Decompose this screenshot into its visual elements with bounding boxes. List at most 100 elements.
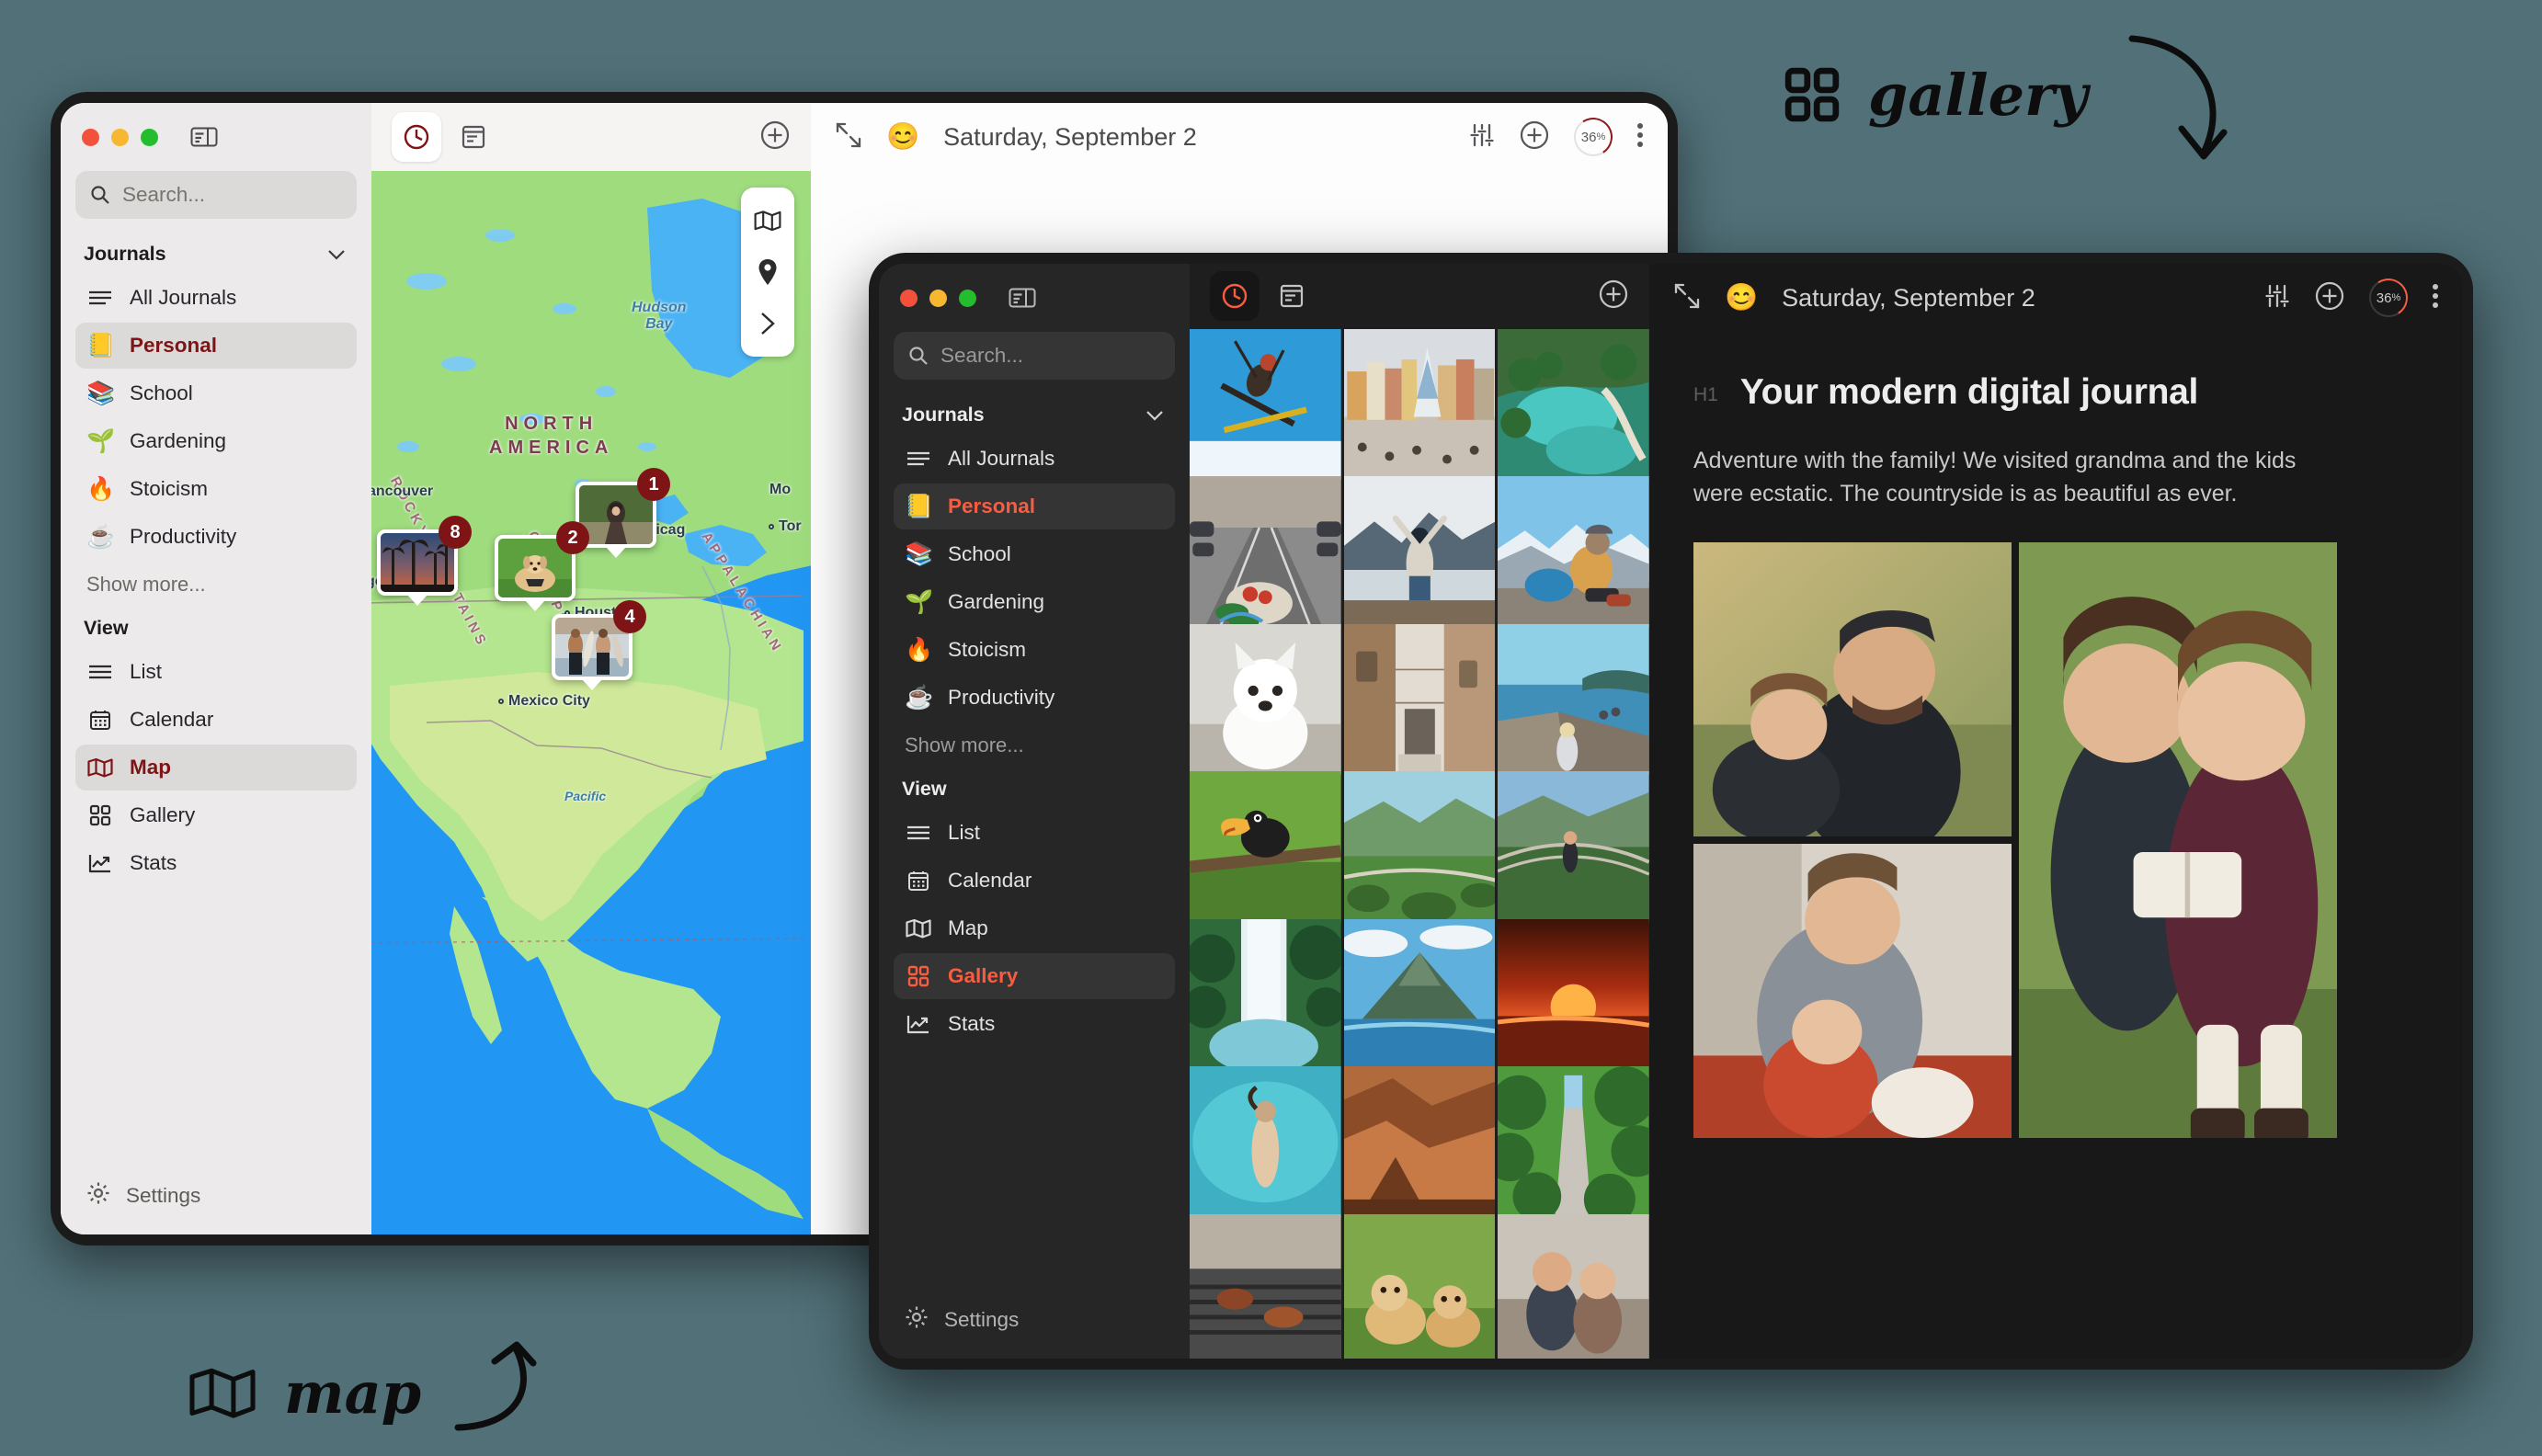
add-entry-button[interactable] xyxy=(759,119,791,155)
mood-emoji-icon[interactable]: 😊 xyxy=(886,121,919,153)
add-entry-button[interactable] xyxy=(2314,280,2345,316)
show-more-journals[interactable]: Show more... xyxy=(894,722,1175,768)
journals-section-header[interactable]: Journals xyxy=(75,233,357,275)
tab-timeline[interactable] xyxy=(392,112,441,162)
gallery-tile[interactable] xyxy=(1190,623,1341,776)
sidebar-item-all-journals[interactable]: All Journals xyxy=(894,436,1175,482)
progress-ring[interactable]: 36% xyxy=(1574,118,1613,156)
gallery-tile[interactable] xyxy=(1498,1213,1649,1359)
sidebar-item-personal[interactable]: 📒 Personal xyxy=(75,323,357,369)
maximize-button[interactable] xyxy=(959,289,976,307)
gallery-tile[interactable] xyxy=(1190,476,1341,628)
sidebar-item-calendar[interactable]: Calendar xyxy=(75,697,357,743)
show-more-journals[interactable]: Show more... xyxy=(75,562,357,608)
gallery-tile[interactable] xyxy=(1343,771,1496,923)
chevron-down-icon[interactable] xyxy=(327,249,346,260)
progress-ring[interactable]: 36% xyxy=(2369,279,2408,317)
expand-arrows-icon[interactable] xyxy=(835,121,862,154)
sidebar-toggle-icon[interactable] xyxy=(1009,287,1036,309)
window-dark[interactable]: Search... Journals All Journals 📒 Person… xyxy=(879,264,2463,1359)
gallery-tile[interactable] xyxy=(1343,623,1496,776)
entry-body[interactable]: H1 Your modern digital journal Adventure… xyxy=(1649,332,2463,1138)
sidebar-item-stats[interactable]: Stats xyxy=(75,840,357,886)
sidebar-item-school[interactable]: 📚 School xyxy=(75,370,357,416)
add-entry-button[interactable] xyxy=(1519,119,1550,155)
chevron-down-icon[interactable] xyxy=(1146,410,1164,421)
sidebar-item-list[interactable]: List xyxy=(894,810,1175,856)
gallery-tile[interactable] xyxy=(1190,1213,1341,1359)
gallery-tile[interactable] xyxy=(1343,328,1496,481)
gallery-tile[interactable] xyxy=(1498,1066,1649,1218)
gallery-tile[interactable] xyxy=(1498,623,1649,776)
entry-photo[interactable] xyxy=(1693,541,2012,836)
sidebar-item-calendar[interactable]: Calendar xyxy=(894,858,1175,904)
editor-panel-dark[interactable]: 😊 Saturday, September 2 36% H1 Your mode… xyxy=(1649,264,2463,1359)
add-entry-button[interactable] xyxy=(1598,279,1629,314)
sidebar-item-school[interactable]: 📚 School xyxy=(894,531,1175,577)
map-panel[interactable]: Hudson Bay NORTH AMERICA ROCKY MOUNTAINS G… xyxy=(371,103,811,1234)
entry-photo[interactable] xyxy=(2019,541,2337,1138)
sidebar-item-settings[interactable]: Settings xyxy=(894,1296,1175,1344)
sidebar-item-map[interactable]: Map xyxy=(894,905,1175,951)
entry-paragraph[interactable]: Adventure with the family! We visited gr… xyxy=(1693,444,2337,511)
maximize-button[interactable] xyxy=(141,128,158,146)
map-controls[interactable] xyxy=(741,188,794,357)
sidebar-item-gallery[interactable]: Gallery xyxy=(75,792,357,838)
gallery-tile[interactable] xyxy=(1190,328,1341,481)
close-button[interactable] xyxy=(900,289,918,307)
minimize-button[interactable] xyxy=(111,128,129,146)
gallery-tile[interactable] xyxy=(1190,771,1341,923)
sidebar-item-gallery[interactable]: Gallery xyxy=(894,953,1175,999)
gallery-tile[interactable] xyxy=(1190,1066,1341,1218)
sidebar-item-stoicism[interactable]: 🔥 Stoicism xyxy=(75,466,357,512)
sidebar-item-gardening[interactable]: 🌱 Gardening xyxy=(75,418,357,464)
map-style-button[interactable] xyxy=(741,195,794,246)
map-pin[interactable]: 2 xyxy=(495,521,589,601)
sidebar-item-settings[interactable]: Settings xyxy=(75,1172,357,1220)
gallery-tile[interactable] xyxy=(1343,476,1496,628)
gallery-tile[interactable] xyxy=(1498,918,1649,1071)
close-button[interactable] xyxy=(82,128,99,146)
minimize-button[interactable] xyxy=(929,289,947,307)
search-input[interactable]: Search... xyxy=(894,332,1175,380)
gallery-tile[interactable] xyxy=(1343,1213,1496,1359)
sidebar-dark[interactable]: Search... Journals All Journals 📒 Person… xyxy=(879,264,1190,1359)
tab-entries[interactable] xyxy=(449,112,498,162)
tab-timeline[interactable] xyxy=(1210,271,1260,322)
sidebar-item-personal[interactable]: 📒 Personal xyxy=(894,483,1175,529)
sidebar-light[interactable]: Search... Journals All Journals 📒 Person… xyxy=(61,103,371,1234)
gallery-panel[interactable] xyxy=(1190,264,1649,1359)
sidebar-item-gardening[interactable]: 🌱 Gardening xyxy=(894,579,1175,625)
more-vertical-icon[interactable] xyxy=(2432,282,2439,314)
expand-arrows-icon[interactable] xyxy=(1673,282,1701,314)
map-pin[interactable]: 8 xyxy=(377,516,472,596)
entry-heading[interactable]: Your modern digital journal xyxy=(1740,372,2199,413)
search-input[interactable]: Search... xyxy=(75,171,357,219)
sidebar-item-list[interactable]: List xyxy=(75,649,357,695)
sidebar-item-stats[interactable]: Stats xyxy=(894,1001,1175,1047)
map-pin[interactable]: 4 xyxy=(552,600,646,680)
gallery-grid[interactable] xyxy=(1190,328,1649,1359)
gallery-tile[interactable] xyxy=(1498,328,1649,481)
gallery-tile[interactable] xyxy=(1498,771,1649,923)
tab-entries[interactable] xyxy=(1267,271,1317,321)
journals-section-header[interactable]: Journals xyxy=(894,394,1175,436)
gallery-tile[interactable] xyxy=(1190,918,1341,1071)
more-vertical-icon[interactable] xyxy=(1636,121,1644,154)
sidebar-item-productivity[interactable]: ☕ Productivity xyxy=(894,675,1175,721)
sidebar-toggle-icon[interactable] xyxy=(190,126,218,148)
mood-emoji-icon[interactable]: 😊 xyxy=(1725,282,1758,313)
sidebar-item-map[interactable]: Map xyxy=(75,745,357,791)
sliders-icon[interactable] xyxy=(2264,283,2290,313)
sidebar-item-stoicism[interactable]: 🔥 Stoicism xyxy=(894,627,1175,673)
entry-photo-grid[interactable] xyxy=(1693,541,2337,1138)
sliders-icon[interactable] xyxy=(1469,122,1495,153)
entry-photo[interactable] xyxy=(1693,843,2012,1138)
gallery-tile[interactable] xyxy=(1343,1066,1496,1218)
map-locate-button[interactable] xyxy=(741,246,794,298)
map-expand-button[interactable] xyxy=(741,298,794,349)
sidebar-item-all-journals[interactable]: All Journals xyxy=(75,275,357,321)
gallery-tile[interactable] xyxy=(1498,476,1649,628)
map-canvas[interactable]: Hudson Bay NORTH AMERICA ROCKY MOUNTAINS G… xyxy=(371,171,811,1234)
sidebar-item-productivity[interactable]: ☕ Productivity xyxy=(75,514,357,560)
